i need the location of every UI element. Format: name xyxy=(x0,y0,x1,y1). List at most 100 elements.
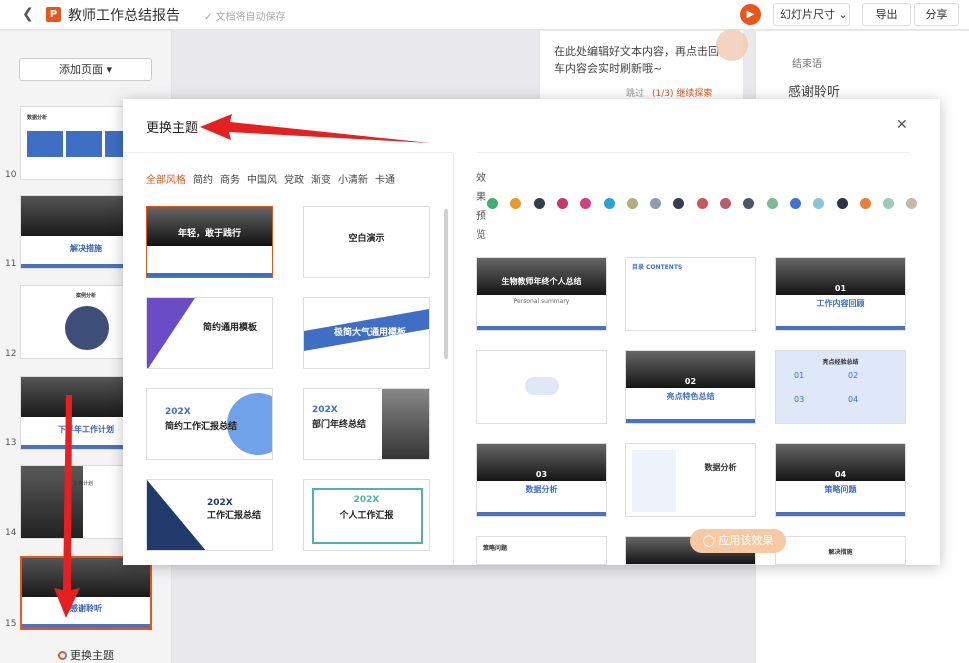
color-swatch[interactable] xyxy=(533,198,545,209)
preview-slide[interactable]: 解决措施 xyxy=(775,536,906,565)
template-card[interactable]: 年轻，敢于践行 xyxy=(146,206,273,278)
preview-title: 数据分析 xyxy=(525,485,558,494)
preview-title: 目录 CONTENTS xyxy=(632,264,683,271)
export-button[interactable]: 导出 xyxy=(862,3,911,26)
color-swatch[interactable] xyxy=(836,198,848,209)
preview-slide[interactable]: 亮点经验总结 01 02 03 04 xyxy=(775,350,906,424)
template-card[interactable]: 空白演示 xyxy=(303,206,430,278)
change-theme-label: 更换主题 xyxy=(70,649,114,662)
color-swatch[interactable] xyxy=(673,198,685,209)
play-button[interactable]: ▶ xyxy=(740,4,761,25)
next-link[interactable]: (1/3) 继续探索 xyxy=(652,89,712,99)
preview-num: 02 xyxy=(684,377,697,386)
color-swatch[interactable] xyxy=(487,198,498,209)
close-icon[interactable]: ✕ xyxy=(896,117,908,133)
slide-thumb-circle xyxy=(65,306,109,350)
preview-slide[interactable]: 01 工作内容回顾 xyxy=(775,257,906,331)
color-swatch[interactable] xyxy=(743,198,755,209)
template-title: 年轻，敢于践行 xyxy=(177,229,241,239)
change-theme-modal: 更换主题 ✕ 全部风格 简约 商务 中国风 党政 渐变 小清新 卡通 年轻，敢于践行 空白演示… xyxy=(123,99,940,565)
filter-fresh[interactable]: 小清新 xyxy=(338,175,368,186)
template-card[interactable]: 202X 部门年终总结 xyxy=(303,388,430,460)
color-swatch[interactable] xyxy=(510,198,522,209)
preview-num: 04 xyxy=(848,395,859,404)
template-title: 极简大气通用模板 xyxy=(334,328,407,338)
template-card[interactable]: 202X 工作汇报总结 xyxy=(146,479,273,551)
color-swatch[interactable] xyxy=(603,198,615,209)
color-swatch[interactable] xyxy=(626,198,638,209)
color-swatch[interactable] xyxy=(556,198,568,209)
back-arrow-icon[interactable]: ❮ xyxy=(22,6,34,22)
color-swatch[interactable] xyxy=(813,198,825,209)
preview-slide[interactable]: 04 策略问题 xyxy=(775,443,906,517)
color-swatch[interactable] xyxy=(859,198,871,209)
add-page-button[interactable]: 添加页面 ▾ xyxy=(19,58,152,81)
color-swatch[interactable] xyxy=(696,198,708,209)
preview-slide[interactable]: 目录 CONTENTS xyxy=(625,257,756,331)
modal-title: 更换主题 xyxy=(146,121,199,136)
preview-title: 策略问题 xyxy=(483,545,508,552)
preview-slide[interactable] xyxy=(476,350,607,424)
template-year: 202X xyxy=(312,405,338,415)
template-title: 工作汇报总结 xyxy=(207,511,262,521)
preview-slide[interactable]: 数据分析 xyxy=(625,443,756,517)
section-title[interactable]: 感谢聆听 xyxy=(788,81,840,100)
preview-num: 01 xyxy=(834,284,847,293)
check-circle-icon: ◯ xyxy=(702,534,719,547)
play-icon: ▶ xyxy=(746,9,755,20)
slide-thumb-bar xyxy=(22,624,150,628)
save-status: ✓ 文档将自动保存 xyxy=(204,8,286,23)
slide-size-dropdown[interactable]: 幻灯片尺寸 ⌄ xyxy=(773,3,850,26)
template-card[interactable]: 202X 个人工作汇报 xyxy=(303,479,430,551)
preview-title: 数据分析 xyxy=(704,463,737,472)
color-swatch[interactable] xyxy=(789,198,801,209)
template-title: 简约通用模板 xyxy=(203,323,258,333)
template-card[interactable]: 极简大气通用模板 xyxy=(303,297,430,369)
preview-title: 工作内容回顾 xyxy=(816,299,865,308)
chevron-down-icon: ⌄ xyxy=(838,8,848,21)
add-page-label: 添加页面 xyxy=(58,63,103,76)
color-swatch[interactable] xyxy=(650,198,662,209)
share-button[interactable]: 分享 xyxy=(914,3,959,26)
template-card[interactable]: 简约通用模板 xyxy=(146,297,273,369)
divider xyxy=(123,152,453,153)
color-swatch[interactable] xyxy=(720,198,731,209)
template-scrollbar[interactable] xyxy=(444,209,448,359)
color-swatch[interactable] xyxy=(883,198,895,209)
color-swatch[interactable] xyxy=(766,198,778,209)
template-card[interactable]: 202X 简约工作汇报总结 xyxy=(146,388,273,460)
preview-slide[interactable]: 策略问题 xyxy=(476,536,607,565)
preview-title: 生物教师年终个人总结 xyxy=(501,277,582,286)
filter-cartoon[interactable]: 卡通 xyxy=(375,175,395,186)
theme-icon xyxy=(58,651,67,660)
preview-num: 02 xyxy=(848,371,859,380)
filter-business[interactable]: 商务 xyxy=(220,175,240,186)
preview-num: 01 xyxy=(794,371,805,380)
skip-link[interactable]: 跳过 xyxy=(626,89,644,99)
preview-num: 03 xyxy=(535,470,548,479)
check-circle-icon: ✓ xyxy=(204,12,216,23)
document-title[interactable]: 教师工作总结报告 xyxy=(68,5,180,25)
filter-gradient[interactable]: 渐变 xyxy=(311,175,331,186)
filter-chinese[interactable]: 中国风 xyxy=(247,175,277,186)
preview-num: 03 xyxy=(794,395,805,404)
filter-simple[interactable]: 简约 xyxy=(193,175,213,186)
preview-slide[interactable]: 生物教师年终个人总结 Personal summary xyxy=(476,257,607,331)
change-theme-button[interactable]: 更换主题 xyxy=(58,647,114,663)
save-status-text: 文档将自动保存 xyxy=(215,12,286,23)
color-swatch[interactable] xyxy=(906,198,918,209)
preview-subtitle: Personal summary xyxy=(513,298,570,305)
color-swatch[interactable] xyxy=(580,198,592,209)
app-logo-icon: P xyxy=(46,7,61,22)
slide-thumbnail-15[interactable]: 感谢聆听 xyxy=(20,556,152,630)
preview-slide[interactable]: 02 亮点特色总结 xyxy=(625,350,756,424)
apply-effect-button[interactable]: ◯ 应用该效果 xyxy=(690,529,786,553)
filter-party[interactable]: 党政 xyxy=(284,175,304,186)
template-title: 部门年终总结 xyxy=(312,420,367,430)
preview-slide[interactable]: 03 数据分析 xyxy=(476,443,607,517)
guide-tooltip: 在此处编辑好文本内容，再点击回车内容会实时刷新哦~ 跳过 (1/3) 继续探索 xyxy=(540,29,748,101)
template-title: 空白演示 xyxy=(348,234,385,244)
filter-all[interactable]: 全部风格 xyxy=(146,175,186,186)
template-year: 202X xyxy=(165,407,191,417)
caret-down-icon: ▾ xyxy=(106,63,113,76)
